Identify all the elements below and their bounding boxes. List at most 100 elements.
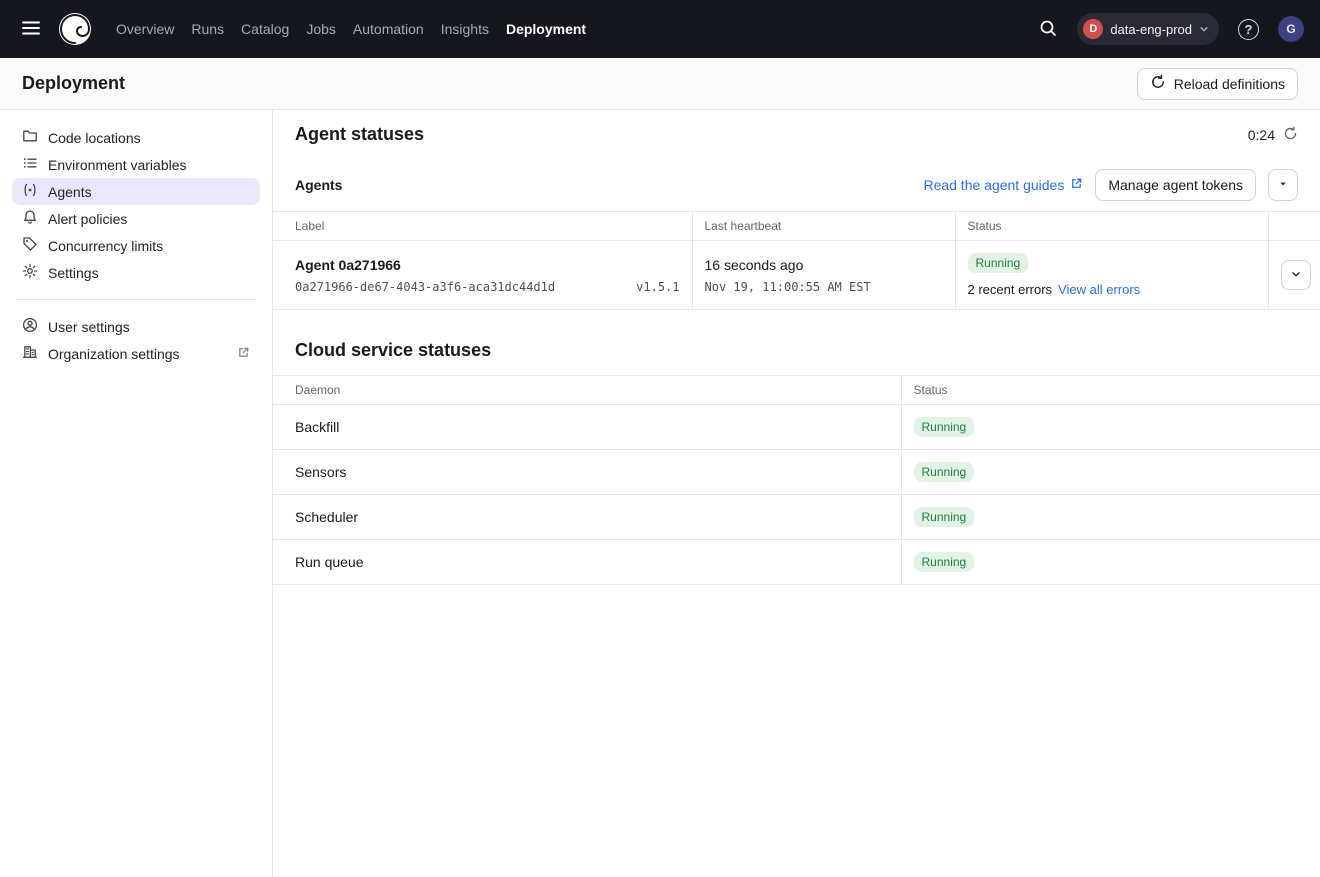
agents-table-header-row: Label Last heartbeat Status (273, 212, 1320, 241)
environment-variables-icon (22, 155, 38, 174)
column-header-last-heartbeat: Last heartbeat (692, 212, 955, 241)
user-avatar[interactable]: G (1278, 16, 1304, 42)
daemon-name: Backfill (273, 405, 901, 450)
sidebar-divider (16, 299, 256, 300)
nav-runs[interactable]: Runs (191, 21, 224, 37)
refresh-timer: 0:24 (1248, 126, 1298, 144)
sidebar-item-user-settings[interactable]: User settings (12, 313, 260, 340)
sidebar-item-label: Agents (48, 184, 92, 200)
sidebar-item-label: Organization settings (48, 346, 227, 362)
help-button[interactable]: ? (1232, 13, 1265, 46)
sidebar-item-label: Settings (48, 265, 99, 281)
app: Overview Runs Catalog Jobs Automation In… (0, 0, 1320, 877)
agent-expand-button[interactable] (1281, 260, 1311, 290)
main-content: Agent statuses 0:24 Agents Read the agen… (273, 110, 1320, 877)
caret-down-icon (1277, 178, 1289, 193)
sidebar-item-settings[interactable]: Settings (12, 259, 260, 286)
cloud-services-table: Daemon Status Backfill Running Sensors R… (273, 375, 1320, 585)
status-badge: Running (914, 507, 975, 527)
page-header: Deployment Reload definitions (0, 58, 1320, 110)
status-badge: Running (914, 552, 975, 572)
heartbeat-timestamp: Nov 19, 11:00:55 AM EST (705, 280, 943, 294)
refresh-countdown: 0:24 (1248, 127, 1275, 143)
deployment-name: data-eng-prod (1110, 22, 1192, 37)
sidebar-item-agents[interactable]: Agents (12, 178, 260, 205)
column-header-daemon: Daemon (273, 376, 901, 405)
column-header-status: Status (901, 376, 1320, 405)
agent-guides-label: Read the agent guides (923, 177, 1064, 193)
service-row-backfill: Backfill Running (273, 405, 1320, 450)
reload-definitions-button[interactable]: Reload definitions (1137, 68, 1298, 100)
agent-guides-link[interactable]: Read the agent guides (923, 177, 1083, 193)
deployment-sidebar: Code locations Environment variables (0, 110, 273, 877)
gear-icon (22, 263, 38, 282)
layout: Code locations Environment variables (0, 110, 1320, 877)
heartbeat-relative: 16 seconds ago (705, 257, 943, 273)
nav-jobs[interactable]: Jobs (306, 21, 336, 37)
nav-insights[interactable]: Insights (441, 21, 489, 37)
status-badge: Running (914, 417, 975, 437)
agent-status-cell: Running 2 recent errors View all errors (955, 241, 1268, 310)
search-button[interactable] (1032, 12, 1064, 47)
column-header-actions (1268, 212, 1320, 241)
nav-overview[interactable]: Overview (116, 21, 174, 37)
nav-catalog[interactable]: Catalog (241, 21, 289, 37)
service-row-scheduler: Scheduler Running (273, 495, 1320, 540)
nav-automation[interactable]: Automation (353, 21, 424, 37)
sidebar-item-label: Alert policies (48, 211, 127, 227)
topnav-right-group: D data-eng-prod ? G (1032, 12, 1304, 47)
agent-version: v1.5.1 (636, 280, 679, 294)
cloud-service-statuses-title: Cloud service statuses (295, 340, 1298, 361)
reload-icon (1150, 74, 1166, 93)
agents-subheader: Agents Read the agent guides Manage agen… (295, 169, 1298, 201)
refresh-icon[interactable] (1283, 126, 1298, 144)
sidebar-item-organization-settings[interactable]: Organization settings (12, 340, 260, 367)
daemon-status-cell: Running (901, 540, 1320, 585)
sidebar-item-label: User settings (48, 319, 130, 335)
dagster-logo[interactable] (58, 12, 92, 46)
deployment-switcher[interactable]: D data-eng-prod (1077, 13, 1219, 45)
nav-deployment[interactable]: Deployment (506, 21, 586, 37)
page-title: Deployment (22, 73, 125, 94)
services-table-header-row: Daemon Status (273, 376, 1320, 405)
agent-statuses-header: Agent statuses 0:24 (295, 124, 1298, 145)
bell-icon (22, 209, 38, 228)
agent-statuses-title: Agent statuses (295, 124, 424, 145)
sidebar-item-label: Environment variables (48, 157, 187, 173)
primary-nav: Overview Runs Catalog Jobs Automation In… (116, 21, 586, 37)
agents-actions: Read the agent guides Manage agent token… (923, 169, 1298, 201)
sidebar-item-concurrency-limits[interactable]: Concurrency limits (12, 232, 260, 259)
sidebar-item-alert-policies[interactable]: Alert policies (12, 205, 260, 232)
agents-subtitle: Agents (295, 177, 342, 193)
agents-more-actions-button[interactable] (1268, 169, 1298, 201)
sidebar-item-label: Code locations (48, 130, 141, 146)
agent-actions-cell (1268, 241, 1320, 310)
service-row-sensors: Sensors Running (273, 450, 1320, 495)
daemon-name: Scheduler (273, 495, 901, 540)
external-link-icon (1070, 177, 1083, 193)
agents-icon (22, 182, 38, 201)
manage-agent-tokens-button[interactable]: Manage agent tokens (1095, 169, 1256, 201)
sidebar-item-environment-variables[interactable]: Environment variables (12, 151, 260, 178)
agent-uuid: 0a271966-de67-4043-a3f6-aca31dc44d1d (295, 280, 555, 294)
recent-errors-text: 2 recent errors (968, 282, 1053, 297)
agents-table: Label Last heartbeat Status Agent 0a2719… (273, 211, 1320, 310)
deployment-badge: D (1083, 19, 1103, 39)
column-header-status: Status (955, 212, 1268, 241)
agent-heartbeat-cell: 16 seconds ago Nov 19, 11:00:55 AM EST (692, 241, 955, 310)
service-row-run-queue: Run queue Running (273, 540, 1320, 585)
reload-definitions-label: Reload definitions (1174, 76, 1285, 92)
sidebar-item-code-locations[interactable]: Code locations (12, 124, 260, 151)
daemon-name: Run queue (273, 540, 901, 585)
column-header-label: Label (273, 212, 692, 241)
search-icon (1038, 18, 1058, 41)
hamburger-menu-button[interactable] (14, 11, 48, 48)
status-badge: Running (914, 462, 975, 482)
agent-label-cell: Agent 0a271966 0a271966-de67-4043-a3f6-a… (273, 241, 692, 310)
chevron-down-icon (1289, 267, 1303, 284)
agent-row: Agent 0a271966 0a271966-de67-4043-a3f6-a… (273, 241, 1320, 310)
view-all-errors-link[interactable]: View all errors (1058, 282, 1140, 297)
daemon-status-cell: Running (901, 495, 1320, 540)
folder-icon (22, 128, 38, 147)
top-navigation: Overview Runs Catalog Jobs Automation In… (0, 0, 1320, 58)
